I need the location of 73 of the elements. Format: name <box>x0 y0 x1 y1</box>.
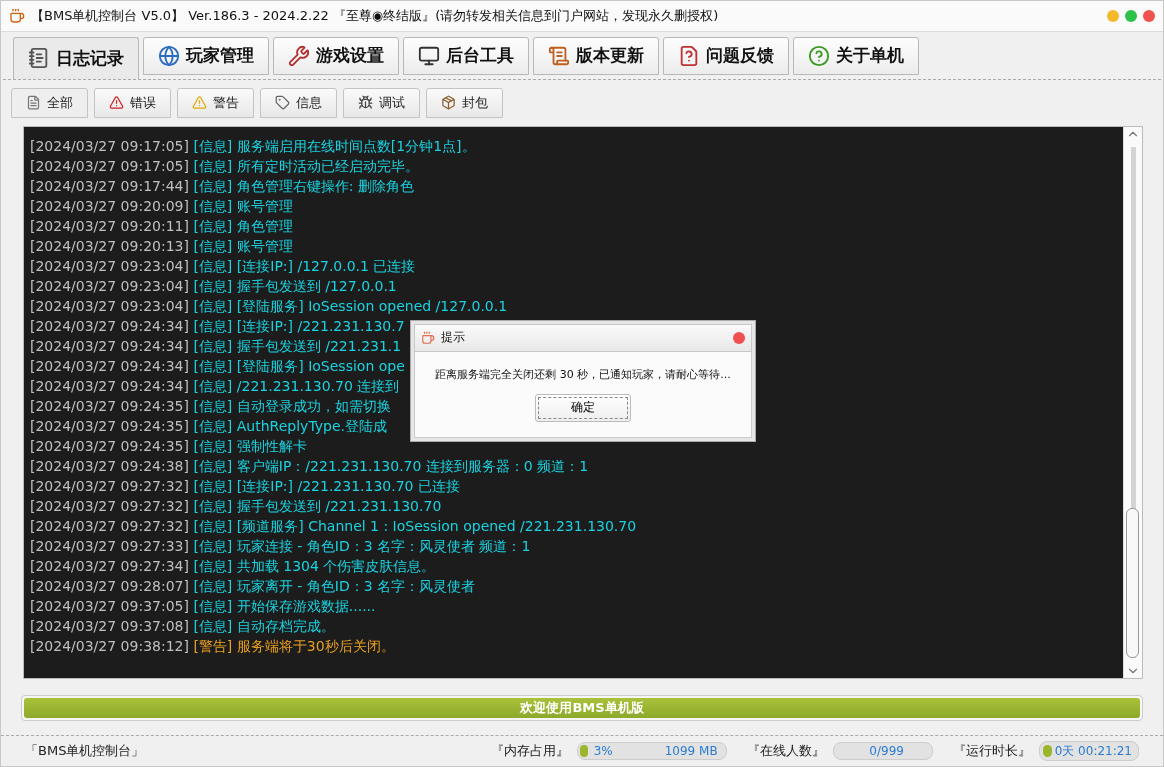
main-tab[interactable]: 问题反馈 <box>663 36 789 75</box>
log-line: [2024/03/27 09:27:34] [信息] 共加载 1304 个伤害皮肤信息。 <box>30 556 436 576</box>
log-line: [2024/03/27 09:24:35] [信息] AuthReplyType.登陆成 <box>30 416 387 436</box>
log-line: [2024/03/27 09:17:44] [信息] 角色管理右键操作: 删除角色 <box>30 176 414 196</box>
log-line: [2024/03/27 09:38:12] [警告] 服务端将于30秒后关闭。 <box>30 636 395 656</box>
log-tab[interactable]: 信息 <box>260 87 337 118</box>
log-line: [2024/03/27 09:23:04] [信息] 握手包发送到 /127.0.0.1 <box>30 276 397 296</box>
log-line: [2024/03/27 09:27:32] [信息] [频道服务] Channel 1 : IoSession opened /221.231.130.70 <box>30 516 637 536</box>
log-tab[interactable]: 错误 <box>94 87 171 118</box>
uptime-label: 『运行时长』 <box>952 742 1031 761</box>
warning-icon <box>192 95 207 111</box>
log-line: [2024/03/27 09:20:11] [信息] 角色管理 <box>30 216 293 236</box>
log-line: [2024/03/27 09:20:13] [信息] 账号管理 <box>30 236 293 256</box>
log-line: [2024/03/27 09:27:33] [信息] 玩家连接 - 角色ID：3 名字：风灵使者 频道：1 <box>30 536 531 556</box>
log-line: [2024/03/27 09:37:08] [信息] 自动存档完成。 <box>30 616 335 636</box>
dialog-message: 距离服务端完全关闭还剩 30 秒，已通知玩家，请耐心等待... <box>435 366 731 382</box>
tag-icon <box>275 95 290 111</box>
maximize-button[interactable] <box>1125 9 1137 22</box>
main-tab[interactable]: 关于单机 <box>793 36 919 75</box>
memory-percent: 3% <box>593 744 613 759</box>
log-line: [2024/03/27 09:20:09] [信息] 账号管理 <box>30 196 293 216</box>
memory-size: 1099 MB <box>664 744 718 759</box>
main-tab[interactable]: 后台工具 <box>403 36 529 75</box>
log-line: [2024/03/27 09:17:05] [信息] 所有定时活动已经启动完毕。 <box>30 156 419 176</box>
welcome-banner: 欢迎使用BMS单机版 <box>24 698 1140 719</box>
globe-icon <box>158 44 180 67</box>
main-tab[interactable]: 版本更新 <box>533 36 659 75</box>
log-line: [2024/03/27 09:24:34] [信息] 握手包发送到 /221.231.1 <box>30 336 402 356</box>
memory-label: 『内存占用』 <box>490 742 569 761</box>
log-line: [2024/03/27 09:28:07] [信息] 玩家离开 - 角色ID：3 名字：风灵使者 <box>30 576 475 596</box>
cup-icon <box>421 330 435 345</box>
package-icon <box>441 95 456 111</box>
close-button[interactable] <box>1143 9 1155 22</box>
close-button[interactable] <box>733 331 745 344</box>
main-tab[interactable]: 日志记录 <box>13 36 139 79</box>
wrench-icon <box>288 44 310 67</box>
main-tab[interactable]: 游戏设置 <box>273 36 399 75</box>
log-line: [2024/03/27 09:24:38] [信息] 客户端IP：/221.231.130.70 连接到服务器：0 频道：1 <box>30 456 589 476</box>
log-line: [2024/03/27 09:24:35] [信息] 自动登录成功，如需切换 <box>30 396 391 416</box>
uptime-value: 0天 00:21:21 <box>1054 742 1132 760</box>
app-icon <box>9 7 25 24</box>
log-line: [2024/03/27 09:24:34] [信息] /221.231.130.70 连接到 <box>30 376 400 396</box>
log-tab[interactable]: 封包 <box>426 87 503 118</box>
log-tab[interactable]: 警告 <box>177 87 254 118</box>
online-label: 『在线人数』 <box>746 742 825 761</box>
scroll-icon <box>548 44 570 67</box>
monitor-icon <box>418 44 440 67</box>
error-icon <box>109 95 124 111</box>
log-line: [2024/03/27 09:24:34] [信息] [登陆服务] IoSession ope <box>30 356 405 376</box>
scroll-thumb[interactable] <box>1125 508 1139 659</box>
scrollbar[interactable] <box>1123 126 1142 679</box>
notebook-icon <box>28 47 50 70</box>
log-line: [2024/03/27 09:27:32] [信息] 握手包发送到 /221.231.130.70 <box>30 496 442 516</box>
minimize-button[interactable] <box>1107 9 1119 22</box>
help-icon <box>808 44 830 67</box>
log-line: [2024/03/27 09:37:05] [信息] 开始保存游戏数据...... <box>30 596 376 616</box>
log-line: [2024/03/27 09:24:35] [信息] 强制性解卡 <box>30 436 307 456</box>
log-tab[interactable]: 全部 <box>11 87 88 118</box>
note-icon <box>26 95 41 111</box>
window-title: 【BMS单机控制台 V5.0】 Ver.186.3 - 2024.2.22 『至尊◉终结版』(请勿转发相关信息到门户网站，发现永久删授权) <box>31 6 720 25</box>
question-file-icon <box>678 44 700 67</box>
dialog-title: 提示 <box>441 329 466 347</box>
bug-icon <box>358 95 373 111</box>
log-line: [2024/03/27 09:17:05] [信息] 服务端启用在线时间点数[1分钟1点]。 <box>30 136 476 156</box>
ok-button[interactable]: 确定 <box>535 393 631 422</box>
main-tab[interactable]: 玩家管理 <box>143 36 269 75</box>
online-count: 0/999 <box>869 744 904 759</box>
log-line: [2024/03/27 09:23:04] [信息] [连接IP:] /127.0.0.1 已连接 <box>30 256 416 276</box>
log-line: [2024/03/27 09:27:32] [信息] [连接IP:] /221.231.130.70 已连接 <box>30 476 460 496</box>
log-tab[interactable]: 调试 <box>343 87 420 118</box>
app-label: 「BMS单机控制台」 <box>25 742 145 761</box>
log-line: [2024/03/27 09:24:34] [信息] [连接IP:] /221.231.130.7 <box>30 316 405 336</box>
log-line: [2024/03/27 09:23:04] [信息] [登陆服务] IoSession opened /127.0.0.1 <box>30 296 508 316</box>
